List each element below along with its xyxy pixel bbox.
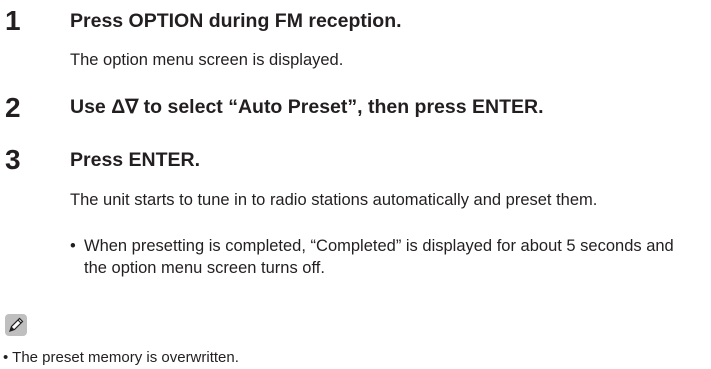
step-title: Use Δ∇ to select “Auto Preset”, then pre… xyxy=(70,96,544,118)
step-number: 3 xyxy=(5,144,21,175)
bullet-glyph: • xyxy=(3,349,9,366)
bullet-text: When presetting is completed, “Completed… xyxy=(84,237,674,277)
step-title: Press OPTION during FM reception. xyxy=(70,10,402,32)
step-description: The option menu screen is displayed. xyxy=(70,51,344,69)
step-description: The unit starts to tune in to radio stat… xyxy=(70,191,598,209)
bullet-glyph: • xyxy=(70,237,76,255)
step-number: 2 xyxy=(5,92,21,123)
step-number: 1 xyxy=(5,5,21,36)
step-title: Press ENTER. xyxy=(70,149,201,171)
pencil-icon xyxy=(5,314,27,336)
note-text: The preset memory is overwritten. xyxy=(12,349,239,366)
note-item: • The preset memory is overwritten. xyxy=(3,349,239,367)
